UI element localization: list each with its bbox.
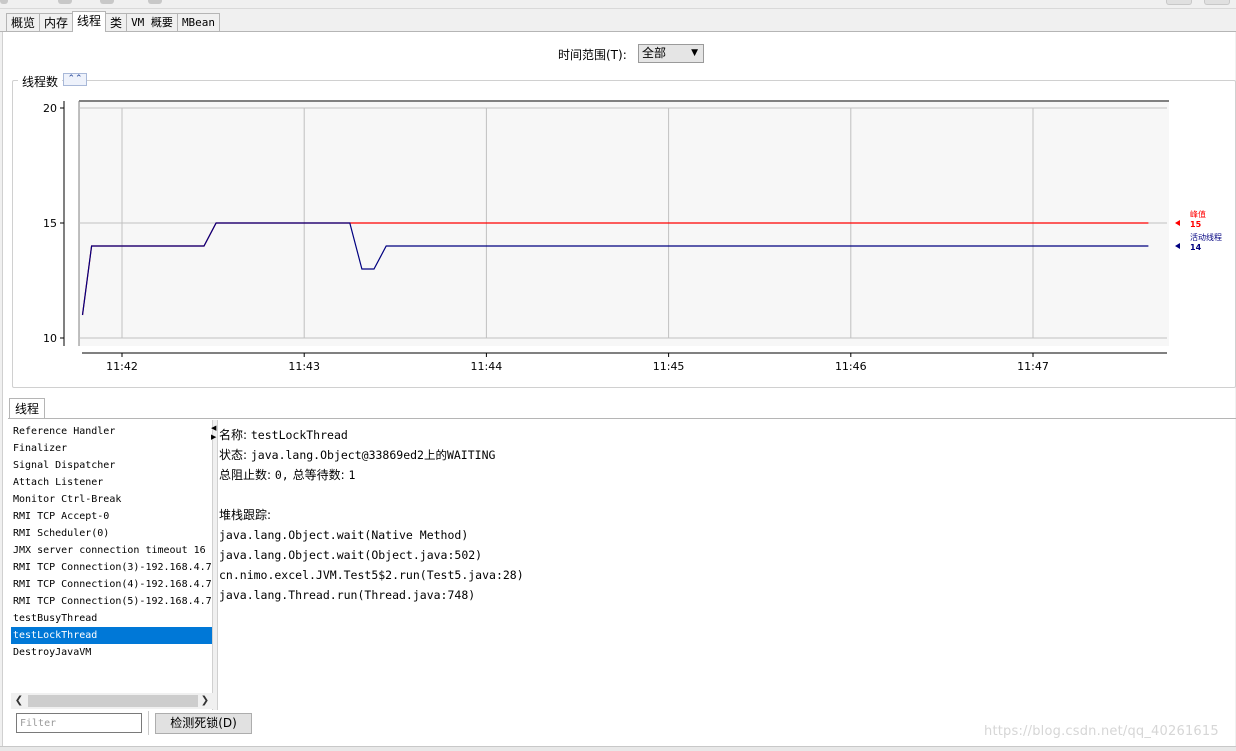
detail-counts-row: 总阻止数: 0, 总等待数: 1	[219, 465, 1219, 485]
legend-series-name: 峰值	[1190, 209, 1206, 219]
name-value: testLockThread	[250, 428, 348, 442]
split-pane-divider[interactable]	[212, 420, 218, 710]
thread-count-chart: 20151011:42 11:43 11:44 11:45 11:46 11:47 峰值1…	[43, 100, 1222, 373]
detail-state-row: 状态: java.lang.Object@33869ed2上的WAITING	[219, 445, 1219, 465]
stack-frame: java.lang.Thread.run(Thread.java:748)	[219, 588, 476, 602]
y-tick-label: 15	[43, 217, 57, 230]
x-tick-label: 11:42	[106, 360, 138, 373]
thread-list-item[interactable]: Finalizer	[11, 440, 213, 457]
stack-frame-row: java.lang.Object.wait(Native Method)	[219, 525, 1219, 545]
stack-frame: cn.nimo.excel.JVM.Test5$2.run(Test5.java…	[219, 568, 524, 582]
split-arrows-icon[interactable]: ◀ ▶	[211, 424, 216, 442]
thread-list-item[interactable]: testBusyThread	[11, 610, 213, 627]
series-marker-1	[1175, 243, 1180, 249]
thread-list-item[interactable]: JMX server connection timeout 16	[11, 542, 213, 559]
thread-list-item[interactable]: Signal Dispatcher	[11, 457, 213, 474]
thread-list-item[interactable]: RMI TCP Connection(3)-192.168.4.7	[11, 559, 213, 576]
thread-list-item[interactable]: RMI TCP Connection(4)-192.168.4.7	[11, 576, 213, 593]
divider	[148, 711, 149, 735]
y-tick-label: 20	[43, 102, 57, 115]
legend-series-value: 14	[1190, 243, 1202, 252]
thread-list-item[interactable]: Reference Handler	[11, 423, 213, 440]
x-tick-label: 11:43	[288, 360, 320, 373]
stack-trace: java.lang.Object.wait(Native Method) java…	[219, 525, 1219, 605]
tab-2[interactable]: 线程	[72, 11, 107, 32]
y-tick-label: 10	[43, 332, 57, 345]
scrollbar-thumb[interactable]	[28, 695, 198, 707]
name-label: 名称:	[219, 428, 248, 442]
legend-series-name: 活动线程	[1190, 232, 1222, 242]
thread-list-item[interactable]: DestroyJavaVM	[11, 644, 213, 661]
blocked-count-value: 0,	[274, 468, 289, 482]
detail-name-row: 名称: testLockThread	[219, 425, 1219, 445]
tab-threads[interactable]: 线程	[9, 398, 46, 419]
thread-list-item[interactable]: Monitor Ctrl-Break	[11, 491, 213, 508]
detect-deadlock-button[interactable]: 检测死锁(D)	[155, 713, 252, 734]
legend-series-value: 15	[1190, 220, 1202, 229]
thread-list-item[interactable]: Attach Listener	[11, 474, 213, 491]
x-tick-label: 11:47	[1017, 360, 1049, 373]
thread-list-item[interactable]: testLockThread	[11, 627, 213, 644]
window-bottom-border	[0, 746, 1236, 751]
thread-list-item[interactable]: RMI Scheduler(0)	[11, 525, 213, 542]
stack-frame-row: cn.nimo.excel.JVM.Test5$2.run(Test5.java…	[219, 565, 1219, 585]
thread-list-item[interactable]: RMI TCP Connection(5)-192.168.4.7	[11, 593, 213, 610]
x-tick-label: 11:45	[653, 360, 685, 373]
waited-count-label: 总等待数:	[292, 468, 345, 482]
detail-spacer	[219, 485, 1219, 505]
stack-frame: java.lang.Object.wait(Native Method)	[219, 528, 469, 542]
filter-input[interactable]	[16, 713, 142, 733]
stack-trace-label: 堆栈跟踪:	[219, 508, 272, 522]
x-tick-label: 11:46	[835, 360, 867, 373]
state-label: 状态:	[219, 448, 248, 462]
tab-divider	[8, 418, 1236, 419]
thread-list-item[interactable]: RMI TCP Accept-0	[11, 508, 213, 525]
state-value: java.lang.Object@33869ed2上的WAITING	[250, 448, 496, 462]
blocked-count-label: 总阻止数:	[219, 468, 272, 482]
scroll-right-icon[interactable]: ❯	[197, 693, 213, 709]
thread-list-hscrollbar[interactable]: ❮ ❯	[11, 693, 213, 709]
scroll-left-icon[interactable]: ❮	[11, 693, 27, 709]
watermark: https://blog.csdn.net/qq_40261615	[984, 724, 1219, 739]
stack-frame-row: java.lang.Object.wait(Object.java:502)	[219, 545, 1219, 565]
x-tick-label: 11:44	[471, 360, 503, 373]
thread-details: 名称: testLockThread 状态: java.lang.Object@…	[219, 425, 1219, 605]
thread-list[interactable]: Reference Handler Finalizer Signal Dispatc…	[11, 423, 213, 693]
waited-count-value: 1	[348, 468, 356, 482]
series-marker-0	[1175, 220, 1180, 226]
stack-frame: java.lang.Object.wait(Object.java:502)	[219, 548, 483, 562]
stack-frame-row: java.lang.Thread.run(Thread.java:748)	[219, 585, 1219, 605]
